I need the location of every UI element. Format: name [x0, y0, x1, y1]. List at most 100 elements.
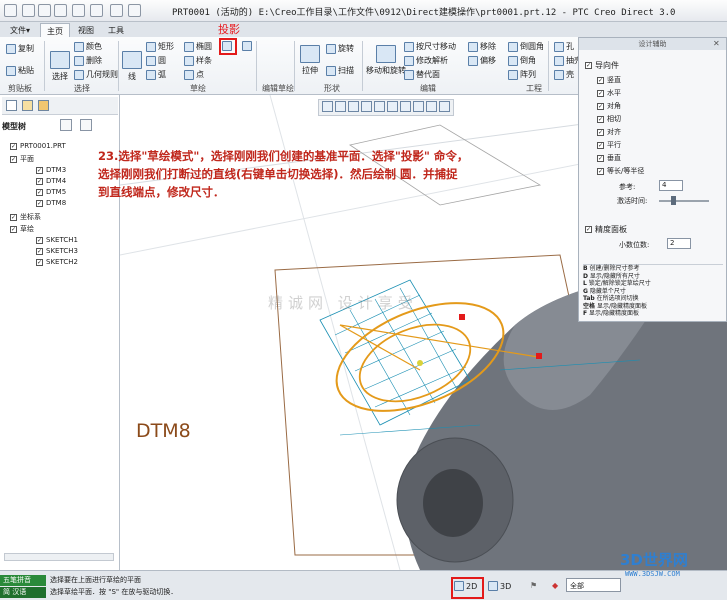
tree-settings-icon[interactable] — [60, 119, 72, 131]
close-icon[interactable]: ✕ — [713, 39, 720, 48]
line-button[interactable]: 线 — [122, 51, 142, 82]
tree-item[interactable]: ✓ SKETCH2 — [36, 258, 78, 266]
tree-item[interactable]: ✓ 草绘 — [10, 224, 34, 234]
slider-thumb[interactable] — [671, 196, 676, 205]
guide-option[interactable]: ✓ 垂直 — [597, 153, 621, 163]
rectangle-button[interactable]: 矩形 — [146, 41, 174, 52]
new-icon[interactable] — [22, 4, 35, 17]
display-style-icon[interactable] — [374, 101, 385, 112]
tab-file[interactable]: 文件▾ — [4, 23, 36, 37]
extrude-button[interactable]: 拉伸 — [300, 45, 320, 76]
undo-icon[interactable] — [72, 4, 85, 17]
tab-view[interactable]: 视图 — [72, 23, 100, 37]
favorites-tab-icon[interactable] — [38, 100, 49, 111]
guide-option[interactable]: ✓ 等长/等半径 — [597, 166, 644, 176]
sweep-button[interactable]: 扫描 — [326, 65, 354, 76]
checkbox[interactable]: ✓ — [36, 166, 43, 174]
tree-item[interactable]: ✓ DTM3 — [36, 166, 66, 174]
precision-panel-toggle[interactable]: ✓ 精度面板 — [585, 224, 627, 235]
tab-tools[interactable]: 工具 — [102, 23, 130, 37]
tree-item[interactable]: ✓ 坐标系 — [10, 212, 41, 222]
ellipse-button[interactable]: 椭圆 — [184, 41, 212, 52]
checkbox[interactable]: ✓ — [597, 76, 604, 84]
checkbox[interactable]: ✓ — [10, 155, 17, 163]
checkbox[interactable]: ✓ — [585, 62, 592, 69]
spin-center-icon[interactable] — [426, 101, 437, 112]
tree-filter-icon[interactable] — [80, 119, 92, 131]
guide-option[interactable]: ✓ 相切 — [597, 114, 621, 124]
reference-count-input[interactable]: 4 — [659, 180, 683, 191]
checkbox[interactable]: ✓ — [597, 89, 604, 97]
guide-option[interactable]: ✓ 对齐 — [597, 127, 621, 137]
revolve-button[interactable]: 旋转 — [326, 43, 354, 54]
refit-icon[interactable] — [322, 101, 333, 112]
tree-item[interactable]: ✓ SKETCH3 — [36, 247, 78, 255]
checkbox[interactable]: ✓ — [36, 177, 43, 185]
saved-views-icon[interactable] — [387, 101, 398, 112]
select-button[interactable]: 选择 — [50, 51, 70, 82]
move-button[interactable]: 移除 — [468, 41, 496, 52]
repaint-icon[interactable] — [361, 101, 372, 112]
window-icon[interactable] — [128, 4, 141, 17]
folder-tab-icon[interactable] — [22, 100, 33, 111]
save-icon[interactable] — [54, 4, 67, 17]
zoom-out-icon[interactable] — [348, 101, 359, 112]
selection-filter[interactable]: 全部 — [566, 578, 621, 592]
guide-option[interactable]: ✓ 平行 — [597, 140, 621, 150]
tree-item[interactable]: ✓ DTM5 — [36, 188, 66, 196]
flag-icon[interactable]: ⚑ — [530, 581, 540, 593]
tab-home[interactable]: 主页 — [40, 23, 70, 37]
horizontal-scrollbar[interactable] — [4, 553, 114, 561]
copy-button[interactable]: 复制 — [6, 43, 34, 54]
point-button[interactable]: 点 — [184, 69, 204, 80]
hole-button[interactable]: 孔 — [554, 41, 574, 52]
checkbox[interactable]: ✓ — [36, 247, 43, 255]
tree-item[interactable]: ✓ DTM4 — [36, 177, 66, 185]
checkbox[interactable]: ✓ — [36, 199, 43, 207]
checkbox[interactable]: ✓ — [36, 258, 43, 266]
chamfer-button[interactable]: 倒角 — [508, 55, 536, 66]
move-by-dim-button[interactable]: 按尺寸移动 — [404, 41, 456, 52]
zoom-in-icon[interactable] — [335, 101, 346, 112]
move-rotate-button[interactable]: 移动和旋转 — [366, 45, 406, 76]
checkbox[interactable]: ✓ — [10, 213, 17, 221]
decimals-input[interactable]: 2 — [667, 238, 691, 249]
modify-analysis-button[interactable]: 修改解析 — [404, 55, 448, 66]
delete-button[interactable]: 删除 — [74, 55, 102, 66]
select-filter-icon[interactable]: ◆ — [552, 581, 562, 593]
sketch-view-icon[interactable] — [413, 101, 424, 112]
checkbox[interactable]: ✓ — [36, 188, 43, 196]
checkbox[interactable]: ✓ — [597, 154, 604, 162]
checkbox[interactable]: ✓ — [10, 142, 17, 150]
regenerate-icon[interactable] — [110, 4, 123, 17]
replace-button[interactable]: 替代面 — [404, 69, 440, 80]
spline-button[interactable]: 样条 — [184, 55, 212, 66]
datum-display-icon[interactable] — [400, 101, 411, 112]
checkbox[interactable]: ✓ — [36, 236, 43, 244]
snap-time-slider[interactable] — [659, 200, 709, 202]
paste-button[interactable]: 粘贴 — [6, 65, 34, 76]
checkbox[interactable]: ✓ — [597, 167, 604, 175]
geometry-rules-button[interactable]: 几何规则 — [74, 69, 118, 80]
checkbox[interactable]: ✓ — [585, 226, 592, 233]
offset-button[interactable]: 偏移 — [468, 55, 496, 66]
tree-item[interactable]: ✓ SKETCH1 — [36, 236, 78, 244]
ime-mode[interactable]: 五笔拼音 — [0, 575, 46, 586]
model-tree-tab-icon[interactable] — [6, 100, 17, 111]
redo-icon[interactable] — [90, 4, 103, 17]
tree-item[interactable]: ✓ 平面 — [10, 154, 34, 164]
guide-option[interactable]: ✓ 导向件 — [585, 60, 619, 71]
shell2-button[interactable]: 壳 — [554, 69, 574, 80]
circle-button[interactable]: 圆 — [146, 55, 166, 66]
guide-option[interactable]: ✓ 对角 — [597, 101, 621, 111]
guide-option[interactable]: ✓ 竖直 — [597, 75, 621, 85]
plane-button[interactable] — [242, 41, 252, 51]
pattern-button[interactable]: 阵列 — [508, 69, 536, 80]
checkbox[interactable]: ✓ — [597, 102, 604, 110]
annotation-icon[interactable] — [439, 101, 450, 112]
tree-item[interactable]: ✓ DTM8 — [36, 199, 66, 207]
checkbox[interactable]: ✓ — [597, 128, 604, 136]
tree-item[interactable]: ✓ PRT0001.PRT — [10, 142, 66, 150]
round-button[interactable]: 倒圆角 — [508, 41, 544, 52]
3d-mode-button[interactable]: 3D — [488, 581, 511, 591]
